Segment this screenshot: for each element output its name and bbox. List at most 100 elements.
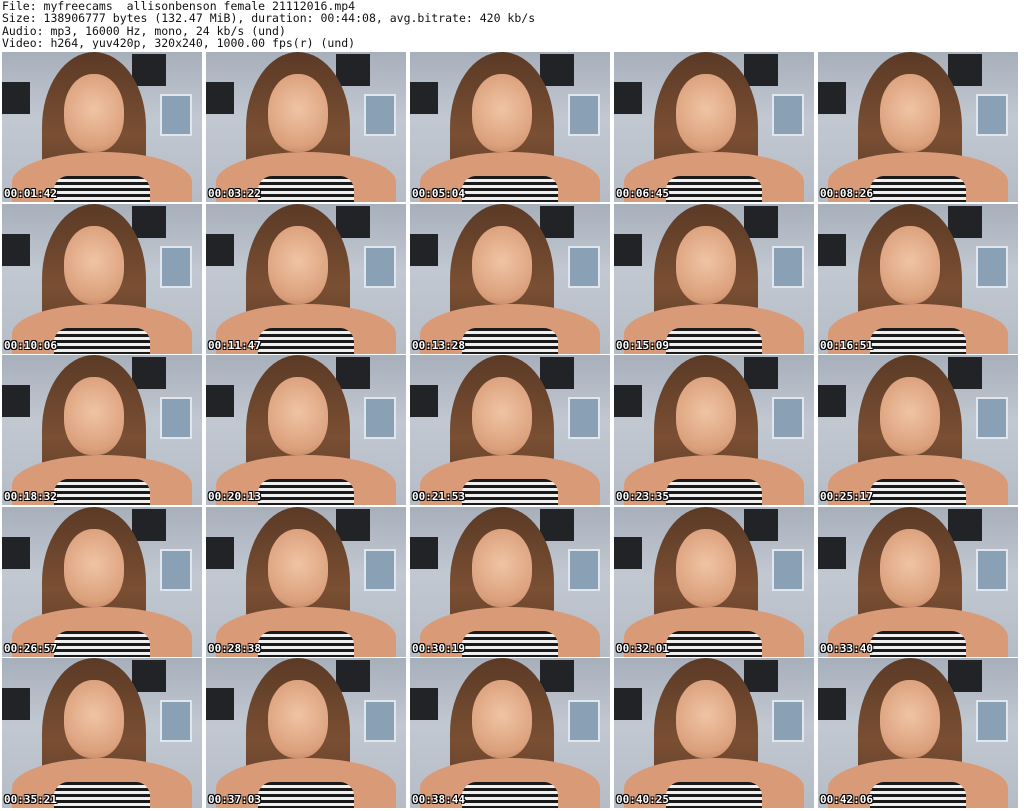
video-frame-thumbnail: 00:03:22 (206, 52, 406, 202)
person-face (676, 226, 736, 304)
wall-picture-frame (132, 206, 166, 238)
wall-picture-frame (614, 688, 642, 720)
video-frame-thumbnail: 00:32:01 (614, 507, 814, 657)
striped-tank-top (258, 631, 354, 657)
person-face (880, 74, 940, 152)
wall-picture-frame (948, 509, 982, 541)
wall-poster (364, 700, 396, 742)
video-frame-thumbnail: 00:18:32 (2, 355, 202, 505)
video-frame-thumbnail: 00:33:40 (818, 507, 1018, 657)
video-frame-thumbnail: 00:08:26 (818, 52, 1018, 202)
wall-picture-frame (818, 385, 846, 417)
wall-picture-frame (336, 660, 370, 692)
frame-timestamp: 00:28:38 (208, 642, 261, 655)
person-face (64, 226, 124, 304)
wall-poster (160, 246, 192, 288)
striped-tank-top (258, 782, 354, 808)
wall-picture-frame (948, 206, 982, 238)
frame-timestamp: 00:20:13 (208, 490, 261, 503)
person-face (64, 74, 124, 152)
video-frame-thumbnail: 00:35:21 (2, 658, 202, 808)
wall-picture-frame (336, 206, 370, 238)
video-frame-thumbnail: 00:25:17 (818, 355, 1018, 505)
wall-poster (568, 397, 600, 439)
wall-poster (772, 549, 804, 591)
striped-tank-top (666, 479, 762, 505)
video-frame-thumbnail: 00:42:06 (818, 658, 1018, 808)
wall-picture-frame (614, 82, 642, 114)
frame-timestamp: 00:16:51 (820, 339, 873, 352)
frame-timestamp: 00:42:06 (820, 793, 873, 806)
frame-timestamp: 00:40:25 (616, 793, 669, 806)
wall-picture-frame (614, 537, 642, 569)
person-face (268, 680, 328, 758)
wall-picture-frame (336, 509, 370, 541)
file-size-line: Size: 138906777 bytes (132.47 MiB), dura… (2, 12, 536, 25)
wall-picture-frame (410, 385, 438, 417)
video-frame-thumbnail: 00:10:06 (2, 204, 202, 354)
wall-picture-frame (2, 385, 30, 417)
striped-tank-top (258, 479, 354, 505)
video-frame-thumbnail: 00:38:44 (410, 658, 610, 808)
video-frame-thumbnail: 00:40:25 (614, 658, 814, 808)
frame-timestamp: 00:35:21 (4, 793, 57, 806)
wall-picture-frame (818, 537, 846, 569)
person-face (472, 680, 532, 758)
frame-timestamp: 00:32:01 (616, 642, 669, 655)
striped-tank-top (462, 631, 558, 657)
wall-picture-frame (744, 206, 778, 238)
wall-picture-frame (540, 206, 574, 238)
wall-poster (568, 246, 600, 288)
wall-picture-frame (744, 660, 778, 692)
person-face (64, 377, 124, 455)
striped-tank-top (870, 479, 966, 505)
wall-picture-frame (206, 688, 234, 720)
striped-tank-top (54, 631, 150, 657)
wall-poster (160, 94, 192, 136)
wall-picture-frame (132, 660, 166, 692)
wall-picture-frame (818, 234, 846, 266)
person-face (880, 529, 940, 607)
wall-picture-frame (410, 234, 438, 266)
striped-tank-top (54, 479, 150, 505)
person-face (472, 377, 532, 455)
video-frame-thumbnail: 00:37:03 (206, 658, 406, 808)
wall-picture-frame (206, 82, 234, 114)
video-frame-thumbnail: 00:28:38 (206, 507, 406, 657)
wall-picture-frame (206, 234, 234, 266)
wall-picture-frame (818, 82, 846, 114)
person-face (880, 226, 940, 304)
striped-tank-top (462, 479, 558, 505)
wall-poster (364, 549, 396, 591)
striped-tank-top (258, 176, 354, 202)
video-info-line: Video: h264, yuv420p, 320x240, 1000.00 f… (2, 36, 356, 50)
wall-poster (568, 700, 600, 742)
striped-tank-top (54, 328, 150, 354)
striped-tank-top (870, 176, 966, 202)
frame-timestamp: 00:38:44 (412, 793, 465, 806)
wall-picture-frame (540, 54, 574, 86)
wall-picture-frame (410, 82, 438, 114)
person-face (268, 529, 328, 607)
frame-timestamp: 00:01:42 (4, 187, 57, 200)
file-name-line: File: myfreecams__allisonbenson_female_2… (2, 0, 356, 13)
frame-timestamp: 00:10:06 (4, 339, 57, 352)
wall-poster (772, 94, 804, 136)
wall-picture-frame (540, 660, 574, 692)
striped-tank-top (462, 328, 558, 354)
person-face (64, 529, 124, 607)
video-frame-thumbnail: 00:20:13 (206, 355, 406, 505)
wall-poster (772, 700, 804, 742)
video-frame-thumbnail: 00:23:35 (614, 355, 814, 505)
frame-timestamp: 00:33:40 (820, 642, 873, 655)
wall-picture-frame (540, 357, 574, 389)
person-face (676, 377, 736, 455)
wall-poster (364, 397, 396, 439)
person-face (676, 74, 736, 152)
wall-picture-frame (744, 509, 778, 541)
striped-tank-top (870, 631, 966, 657)
video-frame-thumbnail: 00:16:51 (818, 204, 1018, 354)
audio-info-line: Audio: mp3, 16000 Hz, mono, 24 kb/s (und… (2, 24, 286, 37)
wall-picture-frame (818, 688, 846, 720)
person-face (472, 529, 532, 607)
